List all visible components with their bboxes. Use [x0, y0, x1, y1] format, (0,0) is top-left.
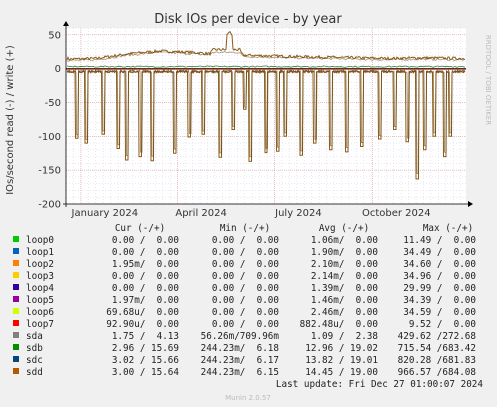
legend-value: 0.00 / 0.00 [212, 283, 279, 294]
legend-value: 0.00 / 0.00 [112, 271, 179, 282]
y-tick-label: 50 [48, 30, 61, 41]
legend-value: 715.54 /683.42 [398, 343, 476, 354]
legend-name-sdd: sdd [26, 367, 43, 378]
legend-value: 0.00 / 0.00 [212, 235, 279, 246]
y-tick-label: -100 [38, 132, 61, 143]
legend-value: 34.96 / 0.00 [403, 271, 476, 282]
legend-value: 0.00 / 0.00 [212, 319, 279, 330]
legend-swatch-loop7 [13, 320, 19, 326]
legend-name-loop0: loop0 [26, 235, 54, 246]
legend-value: 92.90u/ 0.00 [106, 319, 179, 330]
legend-value: 0.00 / 0.00 [212, 307, 279, 318]
legend-header: Max (-/+) [423, 223, 473, 234]
y-tick-label: 0 [55, 64, 61, 75]
legend-name-sdc: sdc [26, 355, 43, 366]
legend-header: Avg (-/+) [319, 223, 369, 234]
x-tick-label: April 2024 [175, 208, 226, 219]
legend-value: 244.23m/ 6.18 [201, 343, 279, 354]
y-tick-label: -50 [45, 98, 61, 109]
x-tick-label: January 2024 [71, 208, 139, 219]
legend-value: 14.45 / 19.00 [305, 367, 378, 378]
legend-swatch-loop3 [13, 272, 19, 278]
legend-value: 244.23m/ 6.15 [201, 367, 279, 378]
legend-name-loop1: loop1 [26, 247, 54, 258]
x-axis-arrow [468, 201, 473, 207]
last-update: Last update: Fri Dec 27 01:00:07 2024 [276, 379, 483, 390]
legend-value: 2.10m/ 0.00 [311, 259, 378, 270]
legend-swatch-sdc [13, 356, 19, 362]
legend-value: 1.39m/ 0.00 [311, 283, 378, 294]
y-tick-label: -150 [38, 166, 61, 177]
legend-value: 34.60 / 0.00 [403, 259, 476, 270]
legend-value: 3.02 / 15.66 [112, 355, 179, 366]
legend-header: Min (-/+) [220, 223, 270, 234]
y-axis-arrow [63, 21, 69, 26]
legend-value: 13.82 / 19.01 [305, 355, 378, 366]
rrdtool-watermark: RRDTOOL / TOBI OETIKER [484, 35, 492, 125]
legend-name-sdb: sdb [26, 343, 43, 354]
legend-value: 12.96 / 19.02 [305, 343, 378, 354]
legend-swatch-loop6 [13, 308, 19, 314]
plot-area: 50 0 -50 -100 -150 -200 January 2024 April 2024… [38, 21, 473, 219]
legend-value: 2.96 / 15.69 [112, 343, 179, 354]
x-tick-label: July 2024 [274, 208, 322, 219]
legend-name-loop6: loop6 [26, 307, 54, 318]
munin-version: Munin 2.0.57 [225, 394, 271, 402]
legend-value: 1.75 / 4.13 [112, 331, 179, 342]
legend-value: 9.52 / 0.00 [409, 319, 476, 330]
legend-value: 0.00 / 0.00 [112, 247, 179, 258]
legend-value: 0.00 / 0.00 [112, 235, 179, 246]
legend-value: 966.57 /684.08 [398, 367, 476, 378]
legend-swatch-sda [13, 332, 19, 338]
legend-name-loop3: loop3 [26, 271, 54, 282]
legend-name-loop2: loop2 [26, 259, 54, 270]
legend-value: 34.59 / 0.00 [403, 307, 476, 318]
legend-value: 2.14m/ 0.00 [311, 271, 378, 282]
y-axis-label: IOs/second read (-) / write (+) [5, 45, 16, 195]
legend-value: 244.23m/ 6.17 [201, 355, 279, 366]
legend: Cur (-/+) Min (-/+) Avg (-/+) Max (-/+) loop… [13, 223, 483, 390]
legend-name-loop4: loop4 [26, 283, 54, 294]
legend-name-sda: sda [26, 331, 43, 342]
disk-io-chart: Disk IOs per device - by year IOs/second… [5, 12, 492, 402]
legend-value: 56.26m/709.96m [201, 331, 280, 342]
legend-value: 0.00 / 0.00 [212, 271, 279, 282]
legend-swatch-sdb [13, 344, 19, 350]
legend-swatch-loop1 [13, 248, 19, 254]
legend-value: 3.00 / 15.64 [112, 367, 180, 378]
legend-value: 1.06m/ 0.00 [311, 235, 378, 246]
y-tick-label: -200 [38, 200, 61, 211]
x-tick-label: October 2024 [362, 208, 431, 219]
legend-swatch-loop4 [13, 284, 19, 290]
legend-value: 0.00 / 0.00 [212, 295, 279, 306]
legend-value: 429.62 /272.68 [398, 331, 476, 342]
legend-value: 34.49 / 0.00 [403, 247, 476, 258]
legend-name-loop5: loop5 [26, 295, 54, 306]
legend-value: 2.46m/ 0.00 [311, 307, 378, 318]
legend-value: 34.39 / 0.00 [403, 295, 476, 306]
legend-value: 69.68u/ 0.00 [106, 307, 179, 318]
legend-header: Cur (-/+) [115, 223, 165, 234]
legend-value: 0.00 / 0.00 [212, 259, 279, 270]
legend-swatch-loop5 [13, 296, 19, 302]
legend-value: 1.95m/ 0.00 [112, 259, 179, 270]
legend-value: 11.49 / 0.00 [403, 235, 476, 246]
legend-value: 1.09 / 2.38 [311, 331, 378, 342]
legend-value: 820.28 /681.83 [398, 355, 476, 366]
legend-value: 29.99 / 0.00 [403, 283, 476, 294]
legend-value: 1.46m/ 0.00 [311, 295, 378, 306]
legend-swatch-loop2 [13, 260, 19, 266]
legend-value: 1.90m/ 0.00 [311, 247, 378, 258]
legend-swatch-sdd [13, 368, 19, 374]
legend-value: 0.00 / 0.00 [212, 247, 279, 258]
legend-value: 882.48u/ 0.00 [300, 319, 378, 330]
legend-name-loop7: loop7 [26, 319, 54, 330]
legend-value: 0.00 / 0.00 [112, 283, 179, 294]
legend-value: 1.97m/ 0.00 [112, 295, 179, 306]
chart-title: Disk IOs per device - by year [154, 12, 342, 27]
legend-swatch-loop0 [13, 236, 19, 242]
